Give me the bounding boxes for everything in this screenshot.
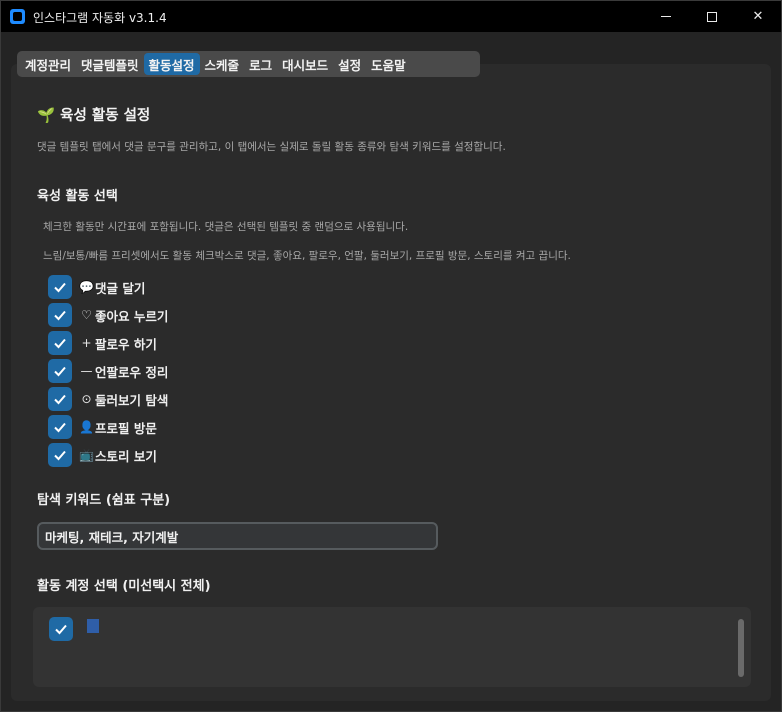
explore-icon: ⊙ [81, 392, 92, 406]
activity-explore-row[interactable]: ⊙ 둘러보기 탐색 [48, 387, 168, 411]
keywords-label: 탐색 키워드 (쉼표 구분) [37, 493, 171, 508]
accounts-label: 활동 계정 선택 (미선택시 전체) [37, 579, 211, 594]
activity-like-row[interactable]: ♡ 좋아요 누르기 [48, 303, 168, 327]
tab-account-management[interactable]: 계정관리 [20, 53, 76, 75]
tab-log[interactable]: 로그 [244, 53, 277, 75]
account-row[interactable] [49, 617, 99, 641]
tab-activity-settings[interactable]: 활동설정 [143, 53, 200, 75]
page-title: 🌱 육성 활동 설정 [37, 104, 150, 125]
profile-icon: 👤 [79, 420, 94, 434]
sprout-icon: 🌱 [37, 108, 56, 124]
page-description: 댓글 템플릿 탭에서 댓글 문구를 관리하고, 이 탭에서는 실제로 돌릴 활동… [37, 141, 506, 153]
activity-profile-visit-label: 프로필 방문 [95, 420, 157, 436]
app-window: 인스타그램 자동화 v3.1.4 ✕ 계정관리 댓글템플릿 활동설정 스케줄 로… [0, 0, 782, 712]
activity-profile-visit-checkbox[interactable] [48, 415, 72, 439]
account-list [33, 607, 751, 687]
activity-story-label: 스토리 보기 [95, 448, 157, 464]
activity-story-checkbox[interactable] [48, 443, 72, 467]
activity-explore-label: 둘러보기 탐색 [95, 392, 169, 408]
close-icon: ✕ [752, 9, 764, 24]
tab-comment-templates[interactable]: 댓글템플릿 [76, 53, 144, 75]
close-button[interactable]: ✕ [735, 1, 781, 32]
app-icon [10, 9, 25, 24]
activity-unfollow-row[interactable]: — 언팔로우 정리 [48, 359, 168, 383]
account-checkbox[interactable] [49, 617, 73, 641]
activity-comment-row[interactable]: 💬 댓글 달기 [48, 275, 145, 299]
activity-like-checkbox[interactable] [48, 303, 72, 327]
activity-comment-checkbox[interactable] [48, 275, 72, 299]
activity-follow-row[interactable]: + 팔로우 하기 [48, 331, 157, 355]
account-avatar [87, 619, 99, 633]
tab-schedule[interactable]: 스케줄 [200, 53, 245, 75]
activity-explore-checkbox[interactable] [48, 387, 72, 411]
activity-like-label: 좋아요 누르기 [95, 308, 169, 324]
activity-note-1: 체크한 활동만 시간표에 포함됩니다. 댓글은 선택된 템플릿 중 랜덤으로 사… [43, 221, 409, 233]
tab-dashboard[interactable]: 대시보드 [277, 53, 333, 75]
activity-unfollow-checkbox[interactable] [48, 359, 72, 383]
activity-note-2: 느림/보통/빠름 프리셋에서도 활동 체크박스로 댓글, 좋아요, 팔로우, 언… [43, 250, 571, 262]
activity-follow-label: 팔로우 하기 [95, 336, 157, 352]
maximize-icon [707, 11, 717, 22]
title-bar: 인스타그램 자동화 v3.1.4 ✕ [1, 1, 781, 32]
activity-section-title: 육성 활동 선택 [37, 189, 118, 204]
speech-bubble-icon: 💬 [79, 280, 94, 294]
tab-settings[interactable]: 설정 [333, 53, 366, 75]
minimize-button[interactable] [643, 1, 689, 32]
activity-profile-visit-row[interactable]: 👤 프로필 방문 [48, 415, 157, 439]
keywords-input[interactable] [37, 522, 438, 550]
story-icon: 📺 [79, 448, 94, 462]
page-title-text: 육성 활동 설정 [60, 108, 151, 124]
account-list-scrollbar[interactable] [738, 619, 744, 677]
heart-icon: ♡ [81, 308, 92, 322]
activity-unfollow-label: 언팔로우 정리 [95, 364, 169, 380]
activity-story-row[interactable]: 📺 스토리 보기 [48, 443, 157, 467]
window-title: 인스타그램 자동화 v3.1.4 [33, 11, 167, 25]
tab-help[interactable]: 도움말 [366, 53, 411, 75]
activity-comment-label: 댓글 달기 [95, 280, 146, 296]
minus-icon: — [80, 364, 93, 378]
plus-icon: + [81, 336, 92, 350]
tab-bar: 계정관리 댓글템플릿 활동설정 스케줄 로그 대시보드 설정 도움말 [17, 51, 480, 77]
minimize-icon [661, 16, 671, 17]
maximize-button[interactable] [689, 1, 735, 32]
activity-follow-checkbox[interactable] [48, 331, 72, 355]
